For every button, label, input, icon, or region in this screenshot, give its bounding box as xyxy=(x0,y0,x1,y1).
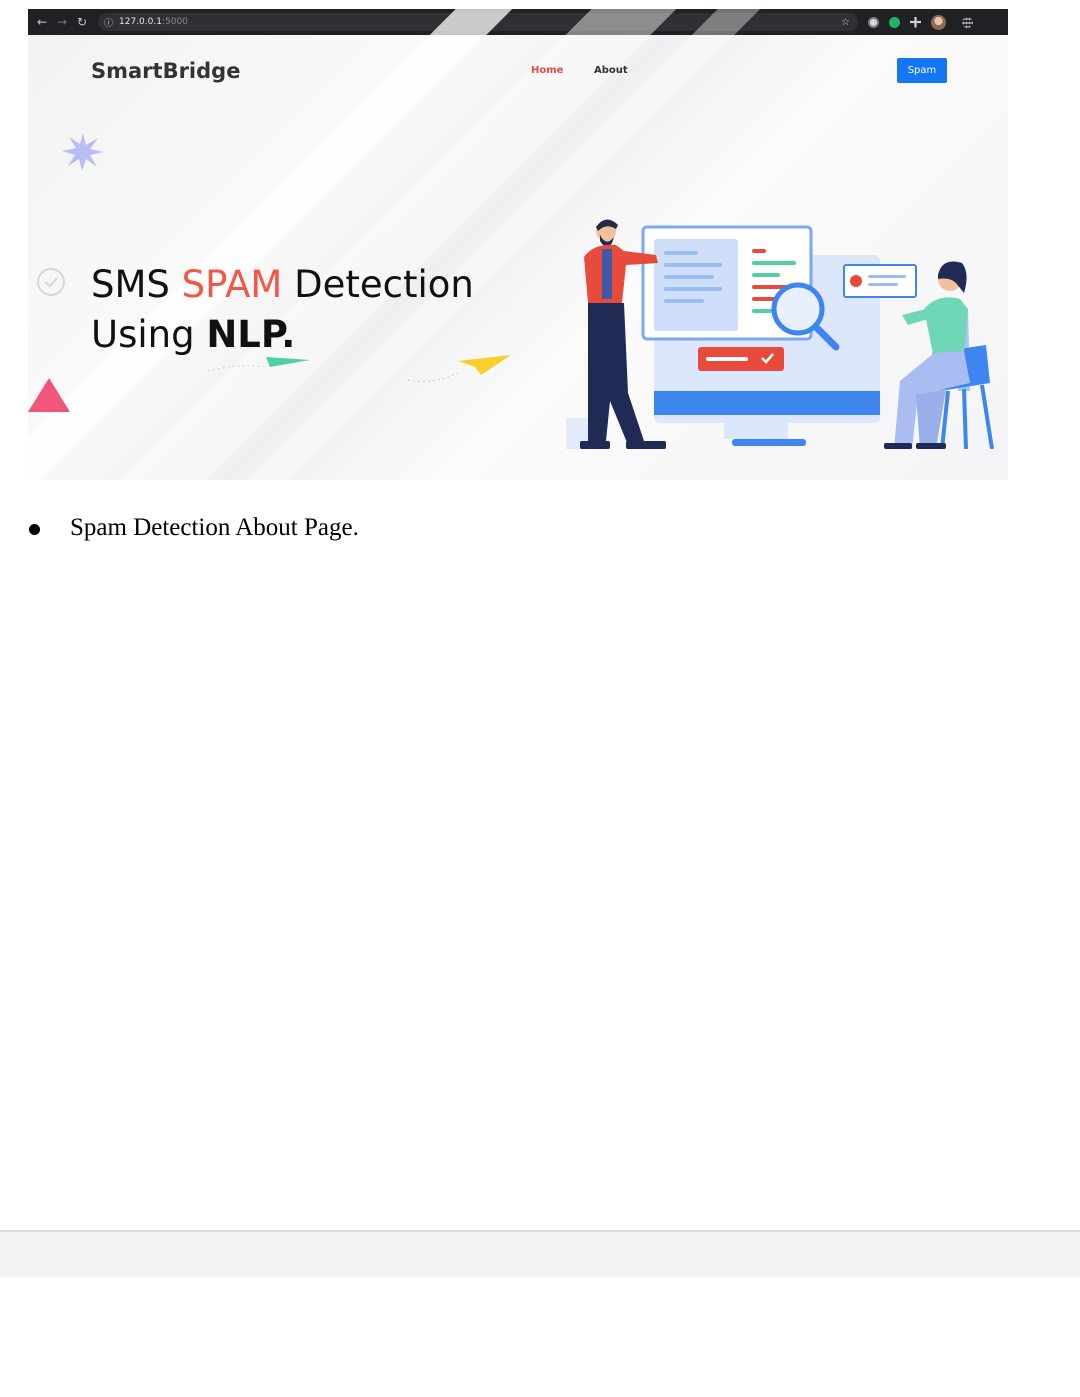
paper-plane-green-icon xyxy=(207,357,310,372)
paper-plane-yellow-icon xyxy=(407,355,511,382)
url-host: 127.0.0.1 xyxy=(119,17,162,27)
kebab-menu-icon[interactable] xyxy=(962,16,973,28)
nav-home-link[interactable]: Home xyxy=(531,65,563,76)
grammarly-extension-icon[interactable] xyxy=(889,16,900,28)
website-viewport: SmartBridge Home About Spam SMS SPAM Det… xyxy=(28,9,1008,480)
reload-button[interactable]: ↻ xyxy=(72,12,92,32)
puzzle-extension-icon[interactable] xyxy=(910,16,921,28)
extensions-area xyxy=(868,14,973,30)
hero-line-1: SMS SPAM Detection xyxy=(91,263,474,306)
profile-avatar[interactable] xyxy=(931,14,946,30)
clock-icon xyxy=(37,268,65,296)
triangle-shape xyxy=(28,378,70,412)
page-separator xyxy=(0,1230,1080,1277)
document-caption: Spam Detection About Page. xyxy=(70,514,359,541)
starburst-icon xyxy=(62,133,104,171)
forward-button[interactable]: → xyxy=(52,12,72,32)
star-icon[interactable]: ☆ xyxy=(841,17,850,28)
screenshot: ← → ↻ ⓘ 127.0.0.1:5000 ☆ SmartBridge Hom… xyxy=(28,9,1008,480)
browser-toolbar: ← → ↻ ⓘ 127.0.0.1:5000 ☆ xyxy=(28,9,1008,35)
spam-detection-illustration xyxy=(566,219,994,449)
brand-logo[interactable]: SmartBridge xyxy=(91,59,240,83)
back-button[interactable]: ← xyxy=(32,12,52,32)
record-extension-icon[interactable] xyxy=(868,16,879,28)
bullet-point xyxy=(29,524,40,535)
spam-button[interactable]: Spam xyxy=(897,58,947,83)
hero-highlight: SPAM xyxy=(181,263,283,306)
url-port: :5000 xyxy=(161,17,188,27)
info-icon[interactable]: ⓘ xyxy=(104,16,113,29)
nav-about-link[interactable]: About xyxy=(594,65,628,76)
